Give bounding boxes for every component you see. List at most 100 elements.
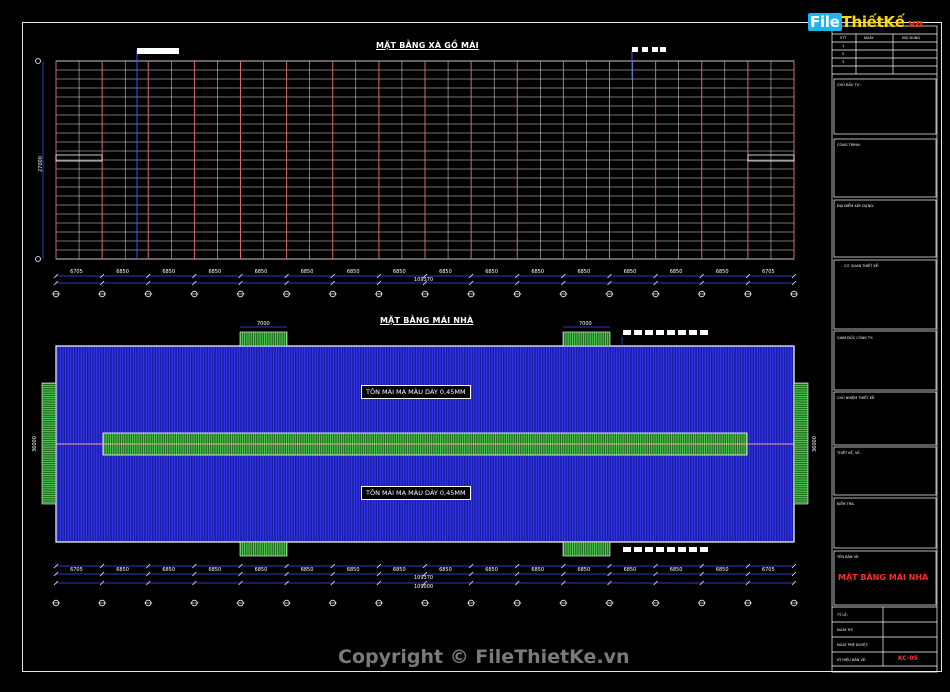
- logo-ke: Kế: [883, 13, 905, 31]
- legend-block: [678, 330, 686, 335]
- skylight-side-left: [41, 382, 57, 505]
- legend-block: [645, 547, 653, 552]
- top-total-dim: 109370: [414, 277, 434, 283]
- legend-blocks-bottom: [623, 547, 708, 552]
- skylight-dim-2: 7000: [579, 321, 592, 327]
- span-dim-label: 6705: [70, 567, 83, 573]
- span-dim-label: 6850: [485, 269, 498, 275]
- bottom-height-left-dim: 36000: [32, 436, 38, 452]
- tb-director-label: GIÁM ĐỐC CÔNG TY:: [837, 336, 873, 340]
- tb-completed-label: NGÀY HT:: [837, 628, 854, 632]
- tb-approved-label: NGÀY PHÊ DUYỆT:: [837, 643, 869, 647]
- span-dim-label: 6850: [715, 567, 729, 573]
- bottom-height-right-dim: 36000: [812, 436, 818, 452]
- span-dim-label: 6850: [116, 567, 129, 573]
- tb-row-2: 2: [842, 52, 845, 56]
- legend-block: [667, 330, 675, 335]
- label-block-right-a: [632, 47, 638, 52]
- span-dim-label: 6705: [761, 567, 775, 573]
- top-height-dim: 27000: [38, 156, 44, 172]
- cad-canvas: [35, 25, 938, 673]
- span-dim-label: 6850: [669, 269, 683, 275]
- logo-file: File: [808, 13, 842, 31]
- tb-header-date: NGÀY: [864, 36, 874, 40]
- purlin-plan-title: MẶT BẰNG XÀ GỒ MÁI: [376, 41, 479, 50]
- span-dim-label: 6850: [254, 269, 268, 275]
- logo-vn: .vn: [904, 17, 924, 30]
- tb-owner-label: CHỦ ĐẦU TƯ:: [837, 83, 861, 87]
- legend-block: [623, 547, 631, 552]
- span-dim-label: 6850: [715, 269, 729, 275]
- tb-location-label: ĐỊA ĐIỂM XÂY DỰNG:: [837, 204, 875, 208]
- tb-project-label: CÔNG TRÌNH:: [837, 143, 861, 147]
- legend-block: [700, 330, 708, 335]
- tb-scale-label: TỶ LỆ:: [837, 613, 848, 617]
- tb-row-3: 3: [842, 60, 845, 64]
- legend-block: [678, 547, 686, 552]
- copyright-watermark: Copyright © FileThietKe.vn: [338, 646, 630, 668]
- span-dim-label: 6850: [300, 567, 314, 573]
- tb-header-content: NỘI DUNG: [902, 36, 921, 40]
- legend-blocks-top: [623, 330, 708, 335]
- span-dim-label: 6850: [254, 567, 268, 573]
- legend-block: [700, 547, 708, 552]
- legend-block: [634, 547, 642, 552]
- skylight-side-right: [793, 382, 809, 505]
- skylight-top-right: [562, 331, 611, 347]
- span-dim-label: 6850: [162, 269, 176, 275]
- roof-plan: [41, 326, 809, 607]
- axis-bubbles-bottom: [52, 599, 798, 607]
- skylight-bottom-left: [239, 541, 288, 557]
- tb-drawn-by-label: THIẾT KẾ, VẼ:: [837, 451, 861, 455]
- bottom-total-dim-2: 109000: [414, 584, 434, 590]
- span-dim-label: 6850: [531, 567, 545, 573]
- legend-block: [667, 547, 675, 552]
- axis-bubble-a: [35, 58, 41, 64]
- span-dim-label: 6850: [208, 269, 222, 275]
- span-dim-label: 6705: [761, 269, 775, 275]
- skylight-bottom-right: [562, 541, 611, 557]
- label-block-right-b: [642, 47, 648, 52]
- skylight-top-left: [239, 331, 288, 347]
- span-dim-label: 6705: [70, 269, 83, 275]
- span-dim-label: 6850: [485, 567, 498, 573]
- skylight-dim-1: 7000: [257, 321, 270, 327]
- span-dim-label: 6850: [439, 567, 452, 573]
- span-dim-label: 6850: [669, 567, 683, 573]
- logo-thiet: Thiết: [841, 13, 884, 31]
- legend-block: [634, 330, 642, 335]
- tb-row-1: 1: [842, 44, 845, 48]
- roof-plan-title: MẶT BẰNG MÁI NHÀ: [380, 316, 474, 325]
- legend-block: [689, 547, 697, 552]
- legend-block: [689, 330, 697, 335]
- span-dim-label: 6850: [346, 567, 360, 573]
- tb-sheet-code: KC-05: [898, 655, 918, 662]
- tb-chief-designer-label: CHỦ NHIỆM THIẾT KẾ:: [837, 396, 876, 400]
- label-block-left: [137, 48, 179, 54]
- span-dim-label: 6850: [439, 269, 452, 275]
- tb-header-stt: STT: [840, 36, 847, 40]
- tb-design-agency-label: CƠ QUAN THIẾT KẾ:: [844, 264, 880, 268]
- tb-drawing-name-label: TÊN BẢN VẼ:: [837, 555, 860, 559]
- span-dim-label: 6850: [116, 269, 129, 275]
- span-dim-label: 6850: [346, 269, 360, 275]
- span-dim-label: 6850: [577, 567, 591, 573]
- span-dim-label: 6850: [623, 269, 637, 275]
- span-dim-label: 6850: [531, 269, 545, 275]
- roof-note-upper: TÔN MÁI MẠ MÀU DÀY 0,45MM: [361, 385, 471, 399]
- legend-block: [656, 547, 664, 552]
- span-dim-label: 6850: [300, 269, 314, 275]
- tb-checked-by-label: KIỂM TRA:: [837, 502, 855, 506]
- cad-drawing-sheet: MẶT BẰNG XÀ GỒ MÁI MẶT BẰNG MÁI NHÀ TÔN …: [0, 0, 950, 692]
- span-dim-label: 6850: [577, 269, 591, 275]
- purlin-plan: [35, 47, 798, 298]
- label-block-right-d: [660, 47, 666, 52]
- legend-block: [645, 330, 653, 335]
- span-dim-label: 6850: [623, 567, 637, 573]
- span-dim-label: 6850: [392, 567, 406, 573]
- legend-block: [656, 330, 664, 335]
- axis-bubbles-top: [52, 290, 798, 298]
- tb-code-label: KÝ HIỆU BẢN VẼ:: [837, 658, 867, 662]
- span-dim-label: 6850: [162, 567, 176, 573]
- tb-drawing-name: MẶT BẰNG MÁI NHÀ: [838, 573, 929, 582]
